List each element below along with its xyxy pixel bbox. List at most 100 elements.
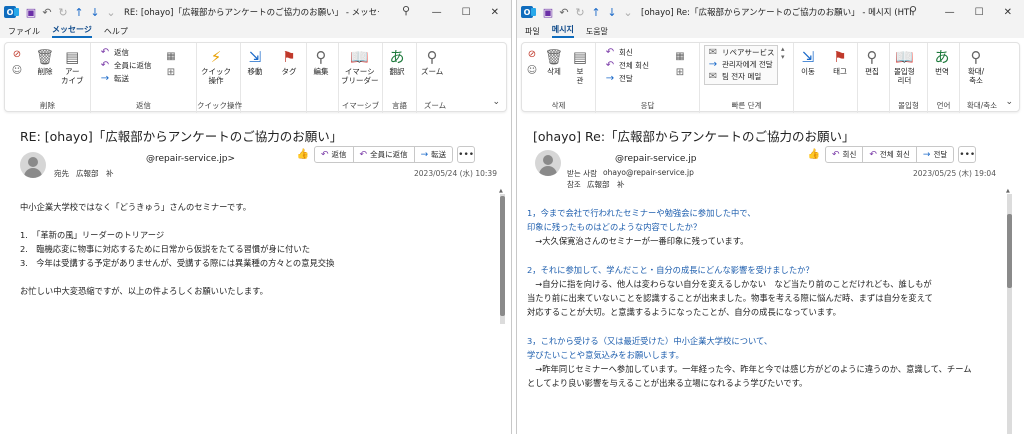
rules-button[interactable]: ☺ (526, 65, 538, 76)
close-button[interactable]: ✕ (491, 7, 499, 18)
archive-button[interactable]: ▤ アー カイブ (61, 47, 84, 85)
window-controls: — ☐ ✕ (432, 0, 507, 24)
ribbon-group-zoom: ⚲ ズーム ズーム (417, 43, 453, 113)
quick-steps-button[interactable]: ⚡ クイック 操作 (201, 47, 231, 85)
collapse-ribbon-icon[interactable]: ⌄ (492, 97, 500, 107)
edit-button[interactable]: ⚲ 편집 (862, 47, 882, 76)
ignore-button[interactable]: ⊘ (526, 49, 538, 60)
minimize-button[interactable]: — (945, 7, 955, 18)
like-icon[interactable]: 👍 (807, 148, 821, 162)
maximize-button[interactable]: ☐ (975, 7, 984, 18)
reply-action-button[interactable]: ↶ 返信 (315, 147, 354, 162)
redo-icon[interactable]: ↻ (573, 5, 587, 19)
menu-message[interactable]: メッセージ (52, 24, 92, 38)
undo-icon[interactable]: ↶ (40, 5, 54, 19)
body-line (20, 214, 334, 228)
customize-qat-icon[interactable]: ⌄ (621, 5, 635, 19)
translate-button[interactable]: あ 번역 (932, 47, 952, 76)
body-line (20, 270, 334, 284)
tags-button[interactable]: ⚑ 태그 (830, 47, 850, 76)
zoom-button[interactable]: ⚲ 확대/ 축소 (966, 47, 986, 85)
collapse-ribbon-icon[interactable]: ⌄ (1005, 97, 1013, 107)
more-respond-button[interactable]: ⊞ (165, 67, 177, 78)
tags-button[interactable]: ⚑ タグ (279, 47, 299, 76)
arrow-down-icon[interactable]: ↓ (605, 5, 619, 19)
message-action-bar: 👍 ↶ 返信 ↶ 全員に返信 → 転送 ••• (296, 146, 476, 163)
menu-file[interactable]: 파일 (525, 26, 540, 37)
reply-icon: ↶ (100, 47, 110, 58)
maximize-button[interactable]: ☐ (462, 7, 471, 18)
undo-icon[interactable]: ↶ (557, 5, 571, 19)
search-icon[interactable]: ⚲ (402, 4, 410, 17)
like-icon[interactable]: 👍 (296, 148, 310, 162)
sender-address: @repair-service.jp> (146, 154, 235, 164)
arrow-down-icon[interactable]: ↓ (88, 5, 102, 19)
forward-button[interactable]: → 전달 (604, 73, 633, 84)
customize-qat-icon[interactable]: ⌄ (104, 5, 118, 19)
question-line: 1，今まで会社で行われたセミナーや勉強会に参加した中で、 (527, 208, 756, 218)
translate-button[interactable]: あ翻訳 (387, 47, 407, 76)
quick-step-3[interactable]: ✉ 팀 전자 메일 (707, 71, 761, 82)
reply-icon: ↶ (832, 149, 840, 160)
rules-button[interactable]: ☺ (11, 65, 23, 76)
arrow-up-icon[interactable]: ↑ (72, 5, 86, 19)
save-icon[interactable]: ▣ (541, 5, 555, 19)
save-icon[interactable]: ▣ (24, 5, 38, 19)
menu-help[interactable]: 도움말 (586, 26, 608, 37)
immersive-reader-button[interactable]: 📖 イマーシ ブリーダー (341, 47, 379, 85)
meeting-button[interactable]: ▦ (165, 51, 177, 62)
quick-step-2[interactable]: → 관리자에게 전달 (707, 59, 773, 70)
reply-all-button[interactable]: ↶ 全員に返信 (99, 60, 152, 71)
reply-all-action-button[interactable]: ↶ 전체 회신 (863, 147, 917, 162)
recipient-value[interactable]: ohayo@repair-service.jp (603, 168, 694, 177)
menu-message[interactable]: 메시지 (551, 24, 574, 38)
move-button[interactable]: ⇲ 이동 (798, 47, 818, 76)
edit-button[interactable]: ⚲ 編集 (311, 47, 331, 76)
meeting-button[interactable]: ▦ (674, 51, 686, 62)
scroll-up-icon[interactable]: ▲ (1006, 188, 1010, 194)
minimize-button[interactable]: — (432, 7, 442, 18)
more-respond-button[interactable]: ⊞ (674, 67, 686, 78)
scrollbar[interactable]: ▲ (1006, 188, 1012, 434)
zoom-button[interactable]: ⚲ ズーム (421, 47, 443, 76)
grid-icon: ▦ (675, 51, 685, 62)
reply-action-button[interactable]: ↶ 회신 (826, 147, 864, 162)
delete-button[interactable]: 🗑 削除 (35, 47, 55, 76)
scrollbar-thumb[interactable] (1007, 214, 1012, 288)
ignore-button[interactable]: ⊘ (11, 49, 23, 60)
move-button[interactable]: ⇲ 移動 (245, 47, 265, 76)
body-line: としてより良い影響を与えることが出来る立場になれるよう学びたいです。 (527, 378, 808, 389)
search-icon[interactable]: ⚲ (909, 4, 917, 17)
forward-action-button[interactable]: → 転送 (415, 147, 453, 162)
message-action-bar: 👍 ↶ 회신 ↶ 전체 회신 → 전달 ••• (807, 146, 977, 163)
reply-button[interactable]: ↶ 返信 (99, 47, 129, 58)
arrow-up-icon[interactable]: ↑ (589, 5, 603, 19)
group-label-zoom: 확대/축소 (966, 101, 998, 110)
reply-all-action-button[interactable]: ↶ 全員に返信 (354, 147, 415, 162)
team-mail-icon: ✉ (708, 71, 718, 82)
forward-icon: → (420, 149, 429, 160)
delete-button[interactable]: 🗑 삭제 (544, 47, 564, 76)
scrollbar[interactable]: ▲ (499, 188, 505, 324)
quick-step-1[interactable]: ✉ リペアサービス (707, 47, 775, 58)
menu-help[interactable]: ヘルプ (104, 26, 128, 37)
immersive-reader-button[interactable]: 📖 몰입형 리더 (894, 47, 915, 85)
scrollbar-thumb[interactable] (500, 196, 505, 316)
to-value[interactable]: 広報部 补 (76, 168, 114, 179)
ribbon-group-edit: ⚲ 編集 (307, 43, 339, 113)
archive-button[interactable]: ▤ 보 관 (570, 47, 590, 85)
scroll-up-icon[interactable]: ▲ (499, 188, 503, 194)
menu-file[interactable]: ファイル (8, 26, 40, 37)
gallery-scroll-icon[interactable]: ▴ ▾ (781, 45, 785, 61)
quick-steps-gallery: ✉ リペアサービス → 관리자에게 전달 ✉ 팀 전자 메일 (704, 45, 778, 85)
reply-all-button[interactable]: ↶ 전체 회신 (604, 60, 649, 71)
more-actions-button[interactable]: ••• (457, 146, 476, 163)
redo-icon[interactable]: ↻ (56, 5, 70, 19)
forward-action-button[interactable]: → 전달 (917, 147, 953, 162)
body-line: →大久保寛治さんのセミナーが一番印象に残っています。 (527, 236, 749, 247)
close-button[interactable]: ✕ (1004, 7, 1012, 18)
more-actions-button[interactable]: ••• (958, 146, 977, 163)
forward-button[interactable]: → 転送 (99, 73, 129, 84)
reply-button[interactable]: ↶ 회신 (604, 47, 633, 58)
cc-value[interactable]: 広報部 补 (587, 179, 625, 190)
